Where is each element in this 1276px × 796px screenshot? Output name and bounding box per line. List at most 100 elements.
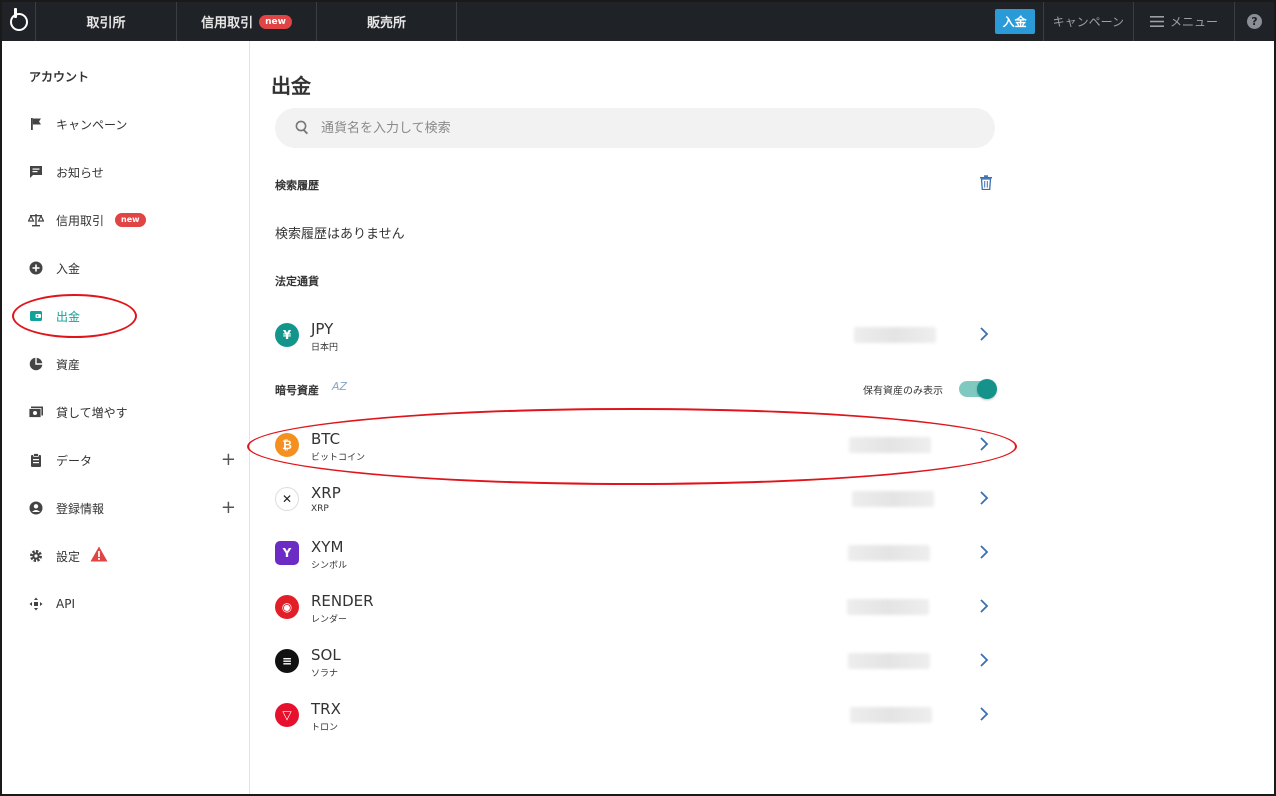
hamburger-icon [1149, 16, 1164, 27]
tab-exchange[interactable]: 取引所 [36, 2, 177, 41]
balance-redacted [848, 545, 930, 561]
flag-icon [28, 116, 44, 132]
yen-icon: ¥ [275, 323, 299, 347]
sidebar-item-label: 信用取引 [56, 213, 105, 228]
no-history-text: 検索履歴はありません [275, 227, 405, 242]
sidebar: アカウント キャンペーン お知らせ 信用取引 new 入金 出金 資産 貸して増… [2, 41, 250, 794]
balance-redacted [852, 491, 934, 507]
sidebar-item-label: データ [56, 453, 93, 468]
search-input[interactable] [321, 108, 961, 148]
chevron-right-icon [979, 436, 989, 456]
message-icon [28, 164, 44, 180]
menu-button[interactable]: メニュー [1134, 2, 1235, 41]
sidebar-item-deposit[interactable]: 入金 [2, 253, 250, 283]
coin-code: XYM [311, 538, 344, 556]
wallet-icon [28, 308, 44, 324]
logo-icon [9, 7, 28, 31]
tab-sales-label: 販売所 [366, 16, 406, 31]
sidebar-item-data[interactable]: データ + [2, 445, 250, 475]
sidebar-item-api[interactable]: API [2, 589, 250, 619]
sidebar-item-label: 貸して増やす [56, 405, 128, 420]
tron-icon: ▽ [275, 703, 299, 727]
coin-name: シンボル [311, 561, 348, 571]
coin-name: 日本円 [311, 343, 339, 353]
trash-icon[interactable] [979, 175, 993, 194]
sidebar-item-label: 資産 [56, 357, 81, 372]
tab-margin-trading[interactable]: 信用取引 new [177, 2, 317, 41]
api-icon [28, 596, 44, 612]
symbol-icon: Y [275, 541, 299, 565]
sidebar-item-settings[interactable]: 設定 [2, 541, 250, 571]
coin-name: ソラナ [311, 669, 339, 679]
coin-code: JPY [311, 320, 334, 338]
sidebar-item-label: 登録情報 [56, 501, 105, 516]
sort-az-icon[interactable]: AZ [332, 380, 347, 393]
sidebar-item-label: API [56, 597, 75, 611]
sidebar-item-lending[interactable]: 貸して増やす [2, 397, 250, 427]
holdings-only-toggle[interactable] [959, 379, 997, 399]
chevron-right-icon [979, 326, 989, 346]
expand-plus-icon[interactable]: + [221, 451, 236, 469]
coin-name: ビットコイン [311, 453, 366, 463]
holdings-only-label: 保有資産のみ表示 [863, 386, 943, 397]
coin-row-xym[interactable]: Y XYM シンボル [275, 529, 995, 577]
sidebar-item-margin-trading[interactable]: 信用取引 new [2, 205, 250, 235]
logo[interactable] [2, 2, 36, 41]
user-circle-icon [28, 500, 44, 516]
chevron-right-icon [979, 544, 989, 564]
coin-code: BTC [311, 430, 341, 448]
menu-label: メニュー [1169, 15, 1218, 29]
chevron-right-icon [979, 706, 989, 726]
balance-redacted [849, 437, 931, 453]
coin-code: XRP [311, 484, 341, 502]
coin-row-jpy[interactable]: ¥ JPY 日本円 [275, 311, 995, 359]
coin-code: RENDER [311, 592, 374, 610]
sidebar-item-label: キャンペーン [56, 117, 128, 132]
coin-name: トロン [311, 723, 339, 733]
sidebar-item-label: お知らせ [56, 165, 104, 180]
crypto-heading: 暗号資産 [275, 384, 319, 397]
sidebar-item-assets[interactable]: 資産 [2, 349, 250, 379]
scale-icon [28, 212, 44, 228]
top-nav: 取引所 信用取引 new 販売所 入金 キャンペーン メニュー ? [2, 2, 1274, 41]
cash-icon [28, 404, 44, 420]
plus-circle-icon [28, 260, 44, 276]
deposit-button[interactable]: 入金 [994, 9, 1035, 34]
chevron-right-icon [979, 652, 989, 672]
coin-row-xrp[interactable]: ✕ XRP XRP [275, 475, 995, 523]
new-badge: new [115, 213, 146, 227]
search-bar[interactable] [275, 108, 995, 148]
sidebar-item-campaign[interactable]: キャンペーン [2, 109, 250, 139]
sidebar-item-label: 設定 [56, 549, 81, 564]
tab-margin-trading-label: 信用取引 [201, 16, 254, 31]
coin-row-trx[interactable]: ▽ TRX トロン [275, 691, 995, 739]
fiat-heading: 法定通貨 [275, 275, 319, 288]
tab-sales[interactable]: 販売所 [317, 2, 457, 41]
coin-code: SOL [311, 646, 341, 664]
coin-row-sol[interactable]: ≡ SOL ソラナ [275, 637, 995, 685]
sidebar-item-registration[interactable]: 登録情報 + [2, 493, 250, 523]
sidebar-item-withdraw[interactable]: 出金 [2, 301, 250, 331]
campaign-link-label: キャンペーン [1052, 15, 1124, 29]
clipboard-icon [28, 452, 44, 468]
xrp-icon: ✕ [275, 487, 299, 511]
balance-redacted [848, 653, 930, 669]
sidebar-item-label: 入金 [56, 261, 81, 276]
balance-redacted [850, 707, 932, 723]
solana-icon: ≡ [275, 649, 299, 673]
campaign-link[interactable]: キャンペーン [1044, 2, 1134, 41]
help-icon: ? [1247, 14, 1262, 29]
search-history-heading: 検索履歴 [275, 179, 319, 192]
main-content: 出金 検索履歴 検索履歴はありません 法定通貨 ¥ JPY 日本円 暗号資産 A… [247, 41, 1274, 794]
chevron-right-icon [979, 598, 989, 618]
render-icon: ◉ [275, 595, 299, 619]
help-button[interactable]: ? [1235, 2, 1274, 41]
expand-plus-icon[interactable]: + [221, 499, 236, 517]
coin-code: TRX [311, 700, 341, 718]
coin-row-btc[interactable]: ₿ BTC ビットコイン [275, 421, 995, 469]
sidebar-item-label: 出金 [56, 309, 81, 324]
sidebar-item-news[interactable]: お知らせ [2, 157, 250, 187]
coin-row-render[interactable]: ◉ RENDER レンダー [275, 583, 995, 631]
pie-chart-icon [28, 356, 44, 372]
tab-exchange-label: 取引所 [86, 16, 126, 31]
